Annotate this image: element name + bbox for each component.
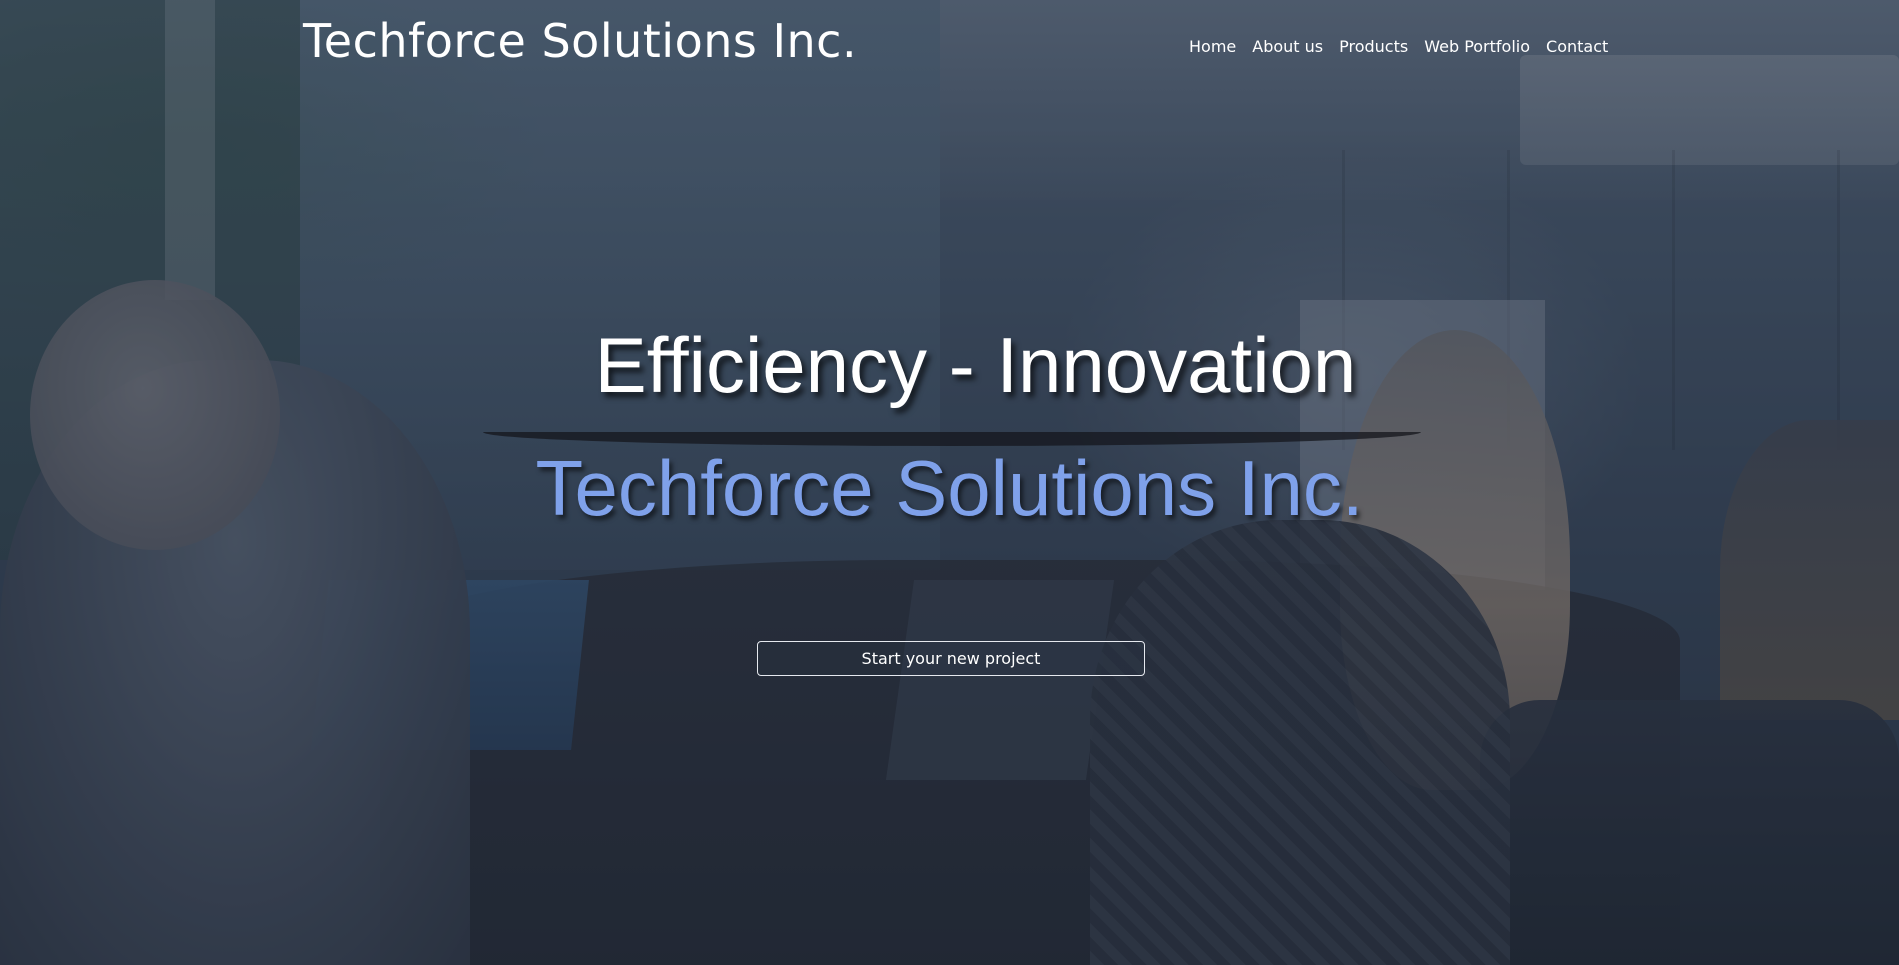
- nav-home[interactable]: Home: [1189, 37, 1236, 56]
- hero-subheadline-container: Techforce Solutions Inc.: [0, 444, 1899, 532]
- nav-about-us[interactable]: About us: [1252, 37, 1323, 56]
- start-project-button[interactable]: Start your new project: [757, 641, 1145, 676]
- main-nav: Home About us Products Web Portfolio Con…: [1189, 37, 1608, 56]
- hero-subheadline: Techforce Solutions Inc.: [535, 444, 1364, 532]
- brand-logo[interactable]: Techforce Solutions Inc.: [303, 14, 857, 68]
- nav-contact[interactable]: Contact: [1546, 37, 1608, 56]
- nav-web-portfolio[interactable]: Web Portfolio: [1424, 37, 1530, 56]
- hero-section: Techforce Solutions Inc. Home About us P…: [0, 0, 1899, 965]
- hero-headline: Efficiency - Innovation: [594, 321, 1357, 409]
- nav-products[interactable]: Products: [1339, 37, 1408, 56]
- hero-headline-container: Efficiency - Innovation: [0, 321, 1899, 409]
